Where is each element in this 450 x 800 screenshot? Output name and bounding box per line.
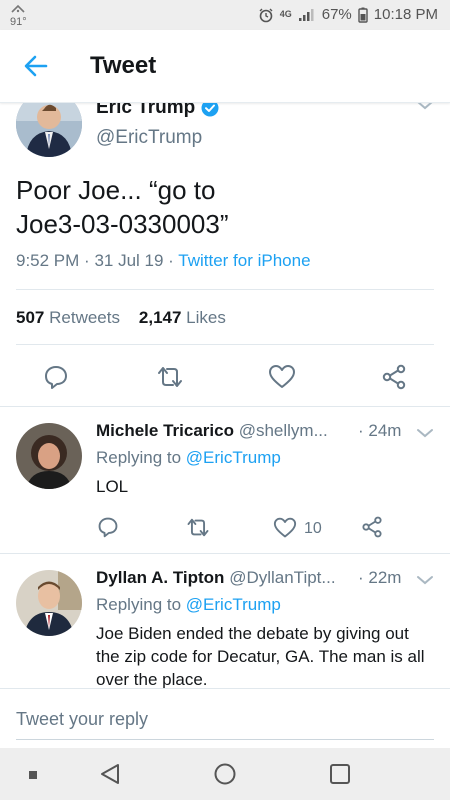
- battery-icon: [358, 7, 368, 23]
- tweet-thread[interactable]: Eric Trump @EricTrump Poor Joe... “go to…: [0, 103, 450, 688]
- share-icon[interactable]: [381, 364, 407, 390]
- tweet-time: 9:52 PM: [16, 251, 80, 270]
- system-nav-bar: [0, 748, 450, 800]
- author-handle[interactable]: @EricTrump: [96, 127, 202, 149]
- meta-separator: ·: [84, 251, 95, 270]
- like-heart-icon[interactable]: [268, 364, 296, 390]
- chevron-down-icon[interactable]: [416, 574, 434, 586]
- page-title: Tweet: [90, 52, 157, 79]
- replying-to: Replying to @EricTrump: [96, 448, 281, 468]
- likes-label: Likes: [186, 308, 226, 327]
- reply-icon[interactable]: [97, 516, 119, 538]
- network-type: 4G: [279, 9, 292, 19]
- reply-header: Michele Tricarico @shellym...: [96, 421, 328, 441]
- avatar[interactable]: [16, 570, 82, 636]
- input-underline: [16, 739, 434, 740]
- retweets-count: 507: [16, 308, 45, 327]
- reply-author-name[interactable]: Dyllan A. Tipton: [96, 568, 224, 587]
- retweets-label: Retweets: [49, 308, 120, 327]
- tweet-actions: [0, 358, 450, 398]
- avatar[interactable]: [16, 103, 82, 157]
- tweet-stats: 507 Retweets 2,147 Likes: [16, 308, 226, 328]
- reply-composer[interactable]: Tweet your reply: [0, 688, 450, 749]
- tweet-metadata: 9:52 PM · 31 Jul 19 · Twitter for iPhone: [16, 251, 311, 271]
- reply-header: Dyllan A. Tipton @DyllanTipt...: [96, 568, 336, 588]
- avatar[interactable]: [16, 423, 82, 489]
- overview-square-icon[interactable]: [328, 762, 352, 786]
- like-count: 10: [304, 520, 322, 537]
- status-left: 91°: [10, 4, 27, 28]
- signal-icon: [298, 8, 314, 21]
- recent-apps-dot-icon[interactable]: [28, 770, 38, 780]
- reply-author-handle[interactable]: @shellym...: [239, 421, 328, 440]
- divider: [16, 344, 434, 345]
- reply-tweet[interactable]: Dyllan A. Tipton @DyllanTipt... · 22m Re…: [0, 554, 450, 688]
- user-photo: [16, 570, 82, 636]
- reply-time: · 22m: [358, 568, 402, 587]
- replying-to: Replying to @EricTrump: [96, 595, 281, 615]
- reply-time: · 24m: [358, 421, 402, 440]
- share-icon[interactable]: [361, 516, 383, 538]
- retweets-stat[interactable]: 507 Retweets: [16, 308, 120, 327]
- retweet-icon[interactable]: [155, 365, 185, 389]
- status-bar: 91° 4G 67% 10:18 PM: [0, 0, 450, 30]
- battery-percent: 67%: [321, 6, 352, 23]
- clock: 10:18 PM: [373, 6, 438, 23]
- reply-author-handle[interactable]: @DyllanTipt...: [229, 568, 335, 587]
- tweet-text-line: Poor Joe... “go to: [16, 175, 216, 205]
- tweet-date: 31 Jul 19: [94, 251, 164, 270]
- tweet-source-link[interactable]: Twitter for iPhone: [178, 251, 310, 270]
- tweet-text: Poor Joe... “go to Joe3-03-0330003”: [16, 173, 426, 241]
- like-heart-icon[interactable]: [273, 517, 297, 539]
- chevron-down-icon[interactable]: [416, 103, 434, 111]
- replying-to-label: Replying to: [96, 448, 182, 467]
- divider: [16, 289, 434, 290]
- reply-text: LOL: [96, 477, 129, 496]
- reply-icon[interactable]: [43, 364, 69, 390]
- status-right: 4G 67% 10:18 PM: [258, 6, 438, 23]
- verified-badge-icon: [201, 103, 219, 117]
- replying-to-label: Replying to: [96, 595, 182, 614]
- reply-input-placeholder[interactable]: Tweet your reply: [16, 709, 148, 730]
- author-name[interactable]: Eric Trump: [96, 103, 219, 119]
- meta-separator: ·: [168, 251, 179, 270]
- reply-tweet[interactable]: Michele Tricarico @shellym... · 24m Repl…: [0, 407, 450, 553]
- replying-to-link[interactable]: @EricTrump: [186, 448, 281, 467]
- likes-stat[interactable]: 2,147 Likes: [139, 308, 226, 327]
- weather-icon: [11, 4, 25, 13]
- back-arrow-icon[interactable]: [22, 52, 50, 80]
- temperature: 91°: [10, 16, 27, 28]
- back-triangle-icon[interactable]: [98, 762, 122, 786]
- tweet-text-line: Joe3-03-0330003”: [16, 209, 229, 239]
- user-photo: [16, 103, 82, 157]
- user-photo: [16, 423, 82, 489]
- author-display-name: Eric Trump: [96, 103, 196, 118]
- app-bar: Tweet: [0, 30, 450, 103]
- replying-to-link[interactable]: @EricTrump: [186, 595, 281, 614]
- home-circle-icon[interactable]: [213, 762, 237, 786]
- alarm-icon: [259, 8, 273, 22]
- chevron-down-icon[interactable]: [416, 427, 434, 439]
- reply-author-name[interactable]: Michele Tricarico: [96, 421, 234, 440]
- reply-text: Joe Biden ended the debate by giving out…: [96, 624, 425, 688]
- retweet-icon[interactable]: [185, 517, 211, 538]
- likes-count: 2,147: [138, 308, 182, 327]
